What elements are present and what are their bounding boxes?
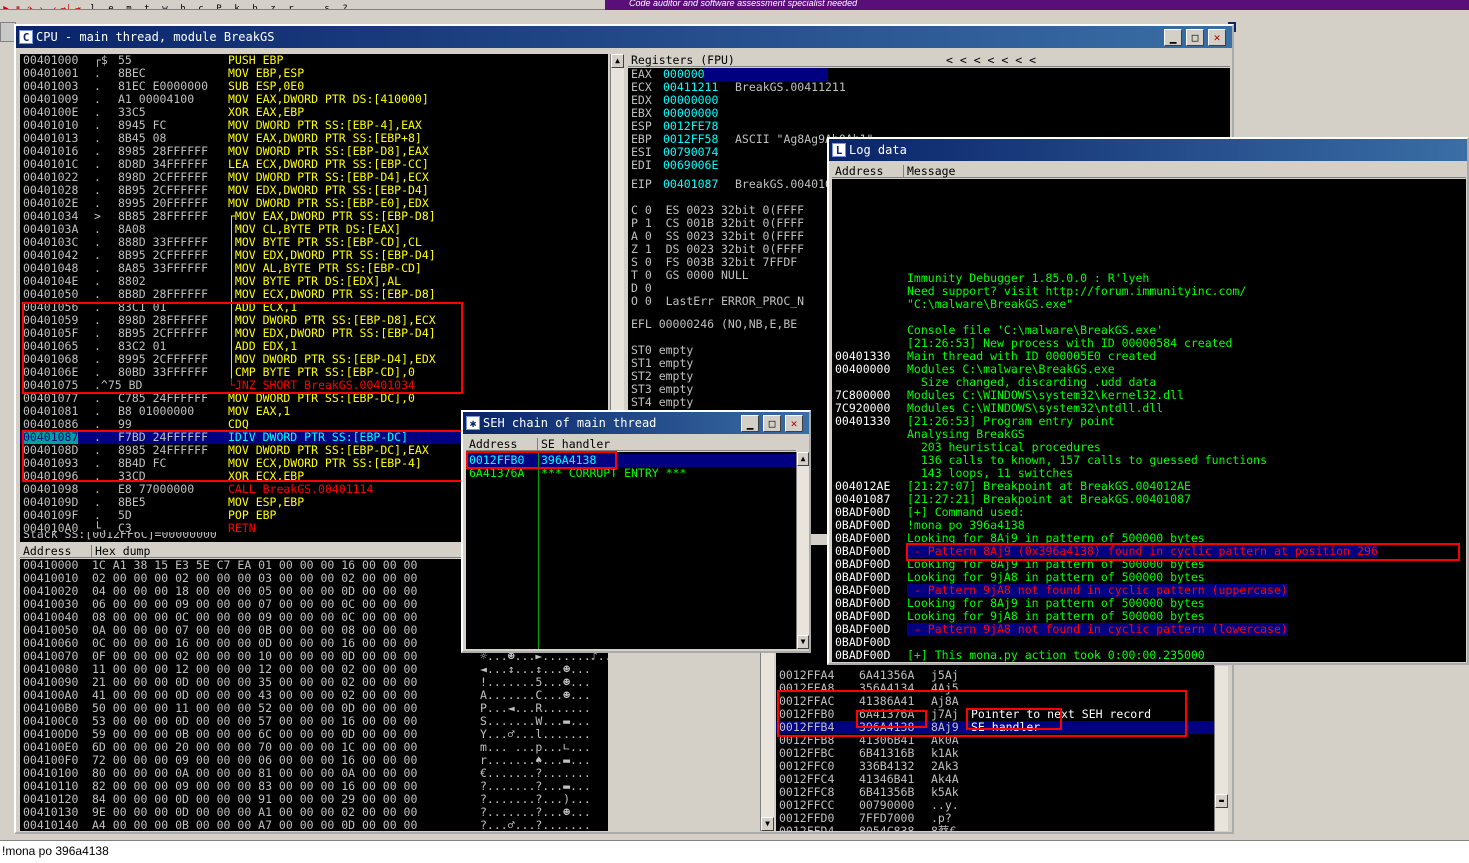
stack-scrollbar[interactable]: ▬ [1214, 666, 1228, 831]
stack-row[interactable]: 0012FFC0 336B4132 2Ak3 [776, 760, 1214, 773]
cpu-title: CPU - main thread, module BreakGS [36, 30, 275, 44]
stack-comment: SE handler [971, 720, 1041, 734]
log-col-address[interactable]: Address [832, 165, 904, 178]
log-address: 00400000 [835, 362, 891, 376]
log-message: [+] This mona.py action took 0:00:00.235… [907, 648, 1205, 662]
seh-maximize-button[interactable]: □ [763, 415, 781, 432]
disasm-instruction: RETN [228, 521, 256, 533]
banner: Code auditor and software assessment spe… [605, 0, 1469, 10]
log-app-icon: L [832, 143, 846, 157]
stack-row[interactable]: 0012FFB4 396A4138 8Aj9 SE handler [776, 721, 1214, 734]
seh-app-icon: ✱ [466, 416, 480, 430]
log-message: "C:\malware\BreakGS.exe" [907, 297, 1074, 311]
info-line: Stack SS:[0012FF6C]=00000000 [23, 532, 217, 541]
log-title-bar[interactable]: L Log data [829, 139, 1467, 161]
disasm-row[interactable]: 00401000 ┌$ 55 PUSH EBP [20, 54, 608, 67]
stack-value: 8054C838 [859, 824, 915, 832]
dump-address: 00410140 [23, 818, 79, 832]
command-input[interactable]: !mona po 396a4138 [0, 840, 1469, 863]
seh-minimize-button[interactable]: ▁ [741, 415, 759, 432]
seh-title-bar[interactable]: ✱ SEH chain of main thread ▁ □ ✕ [463, 412, 809, 434]
seh-scrollbar[interactable]: ▲ ▼ [796, 452, 809, 649]
log-col-message[interactable]: Message [904, 165, 1466, 178]
seh-scroll-down[interactable]: ▼ [797, 635, 809, 649]
minimize-button[interactable]: ▁ [1164, 29, 1182, 46]
seh-window: ✱ SEH chain of main thread ▁ □ ✕ Address… [461, 410, 811, 653]
seh-header[interactable]: Address SE handler [466, 438, 796, 451]
register-name: EDI [631, 158, 652, 172]
seh-row[interactable]: 6A41376A *** CORRUPT ENTRY *** [466, 467, 796, 480]
maximize-button[interactable]: □ [1186, 29, 1204, 46]
cpu-app-icon: C [19, 30, 33, 44]
seh-col-handler[interactable]: SE handler [538, 438, 796, 451]
disasm-row[interactable]: 00401050. 8B8D 28FFFFFF │MOV ECX,DWORD PTR… [20, 288, 608, 301]
log-title: Log data [849, 143, 907, 157]
register-value[interactable]: 0069006E [663, 159, 718, 172]
command-text[interactable]: !mona po 396a4138 [2, 844, 109, 858]
scroll-up-arrow[interactable]: ▲ [611, 54, 624, 68]
dump-ascii: ?...♂...?....... [480, 818, 591, 832]
disasm-marker: └. [94, 521, 108, 533]
log-address: 00401330 [835, 414, 891, 428]
stack-row[interactable]: 0012FFD4 8054C838 8蔡€ [776, 824, 1214, 832]
log-header[interactable]: Address Message [832, 165, 1466, 178]
seh-scroll-up[interactable]: ▲ [797, 452, 809, 466]
stack-row[interactable]: 0012FFB8 41306B41 Ak0A [776, 734, 1214, 747]
seh-handler: *** CORRUPT ENTRY *** [541, 466, 687, 480]
stack-left-scroll-down[interactable]: ▼ [761, 817, 774, 831]
stack-row[interactable]: 0012FFD0 7FFD7000 .p? [776, 812, 1214, 825]
seh-list[interactable]: 0012FFB0 396A4138 6A41376A *** CORRUPT ENTR… [466, 452, 796, 649]
log-row[interactable]: "C:\malware\BreakGS.exe" [832, 298, 1466, 311]
log-address: 0BADF00D [835, 648, 891, 662]
cpu-title-bar[interactable]: C CPU - main thread, module BreakGS ▁ □ … [16, 26, 1232, 48]
stack-address: 0012FFD4 [779, 824, 835, 832]
register-note: BreakGS.00411211 [735, 80, 846, 94]
stack-row[interactable]: 0012FFCC 00790000 ..y. [776, 799, 1214, 812]
stack-row[interactable]: 0012FFA4 6A41356A j5Aj [776, 669, 1214, 682]
stack-scroll-thumb[interactable]: ▬ [1215, 794, 1228, 808]
seh-close-button[interactable]: ✕ [785, 415, 803, 432]
log-message: - Pattern 9jA8 not found in cyclic patte… [907, 622, 1288, 636]
disasm-hex: C3 [118, 521, 132, 533]
register-value[interactable]: 00401087 [663, 178, 718, 191]
fpu-highlight [704, 68, 828, 81]
disasm-address: 004010A0 [23, 521, 79, 533]
close-button[interactable]: ✕ [1208, 29, 1226, 46]
stack-row[interactable]: 0012FFC4 41346B41 Ak4A [776, 773, 1214, 786]
dump-hex: A4 00 00 00 0B 00 00 00 A7 00 00 00 0D 0… [92, 818, 418, 832]
disasm-row[interactable]: 00401009. A1 00004100 MOV EAX,DWORD PTR DS… [20, 93, 608, 106]
seh-column-divider [538, 452, 539, 649]
dump-col-address[interactable]: Address [20, 545, 92, 558]
registers-title: Registers (FPU) [631, 53, 735, 67]
stack-row[interactable]: 0012FFA8 356A4134 4Aj5 [776, 682, 1214, 695]
banner-text: Code auditor and software assessment spe… [629, 0, 858, 8]
registers-header[interactable]: Registers (FPU) < < < < < < < [628, 54, 1230, 67]
stack-ascii: 8蔡€ [931, 824, 957, 832]
registers-nav-arrows[interactable]: < < < < < < < [943, 54, 1036, 67]
seh-col-address[interactable]: Address [466, 438, 538, 451]
flag-row[interactable]: O 0 LastErr ERROR_PROC_N [631, 295, 804, 308]
log-window: L Log data Address Message Immunity Debu… [827, 137, 1469, 665]
log-row[interactable]: 0BADF00D - Pattern 9jA8 not found in cyc… [832, 623, 1466, 636]
seh-title: SEH chain of main thread [483, 416, 657, 430]
disasm-row[interactable]: 0040105F. 8B95 2CFFFFFF │MOV EDX,DWORD PTR… [20, 327, 608, 340]
disasm-row[interactable]: 00401001. 8BEC MOV EBP,ESP [20, 67, 608, 80]
stack-row[interactable]: 0012FFBC 6B41316B k1Ak [776, 747, 1214, 760]
log-row[interactable]: 0BADF00D [+] This mona.py action took 0:0… [832, 649, 1466, 662]
log-list[interactable]: Immunity Debugger 1.85.0.0 : R'lyeh Need … [832, 179, 1466, 662]
stack-row[interactable]: 0012FFC8 6B41356B k5Ak [776, 786, 1214, 799]
seh-address: 6A41376A [469, 466, 525, 480]
efl-row[interactable]: EFL 00000246 (NO,NB,E,BE [631, 318, 797, 331]
register-name: EIP [631, 177, 652, 191]
toolbar: ▶ ⏸ ↷ ↘ ↙ →| ⇥ l e m t w h c Pk b z r... s? [0, 0, 605, 10]
disasm-row[interactable]: 00401077. C785 24FFFFFF MOV DWORD PTR SS:[… [20, 392, 608, 405]
